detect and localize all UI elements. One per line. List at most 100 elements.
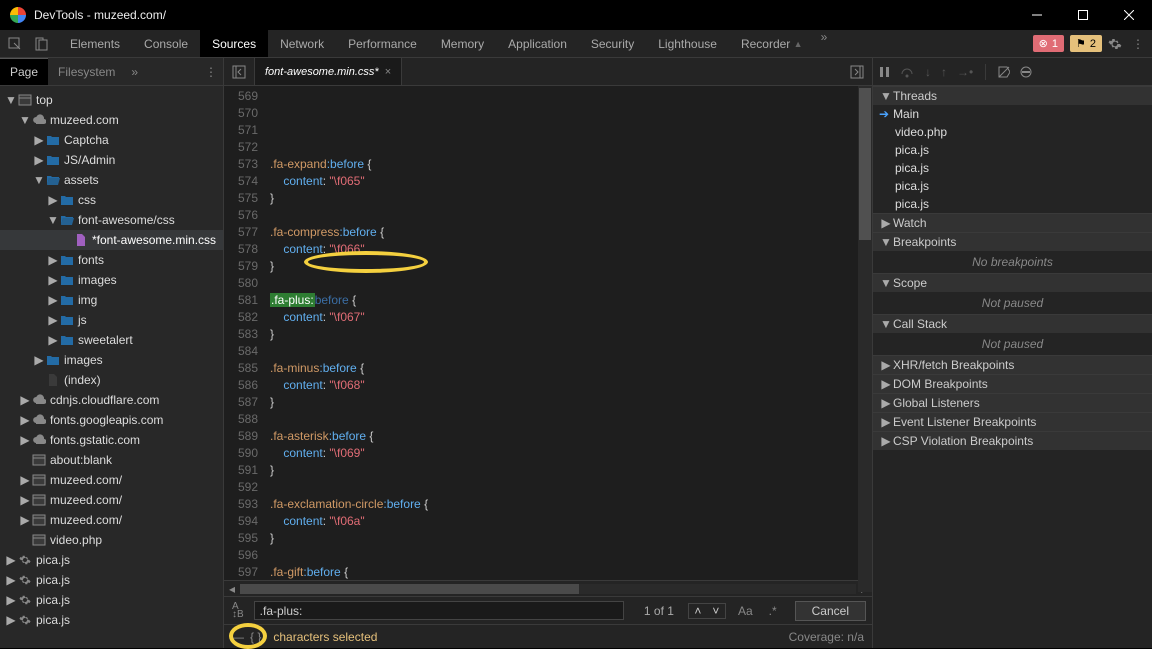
find-case-icon[interactable]: Aa	[734, 604, 757, 618]
editor-horizontal-scrollbar[interactable]: ◂ ▸	[224, 580, 872, 596]
section-evt[interactable]: ▶Event Listener Breakpoints	[873, 412, 1152, 431]
pause-on-exceptions-icon[interactable]	[1020, 66, 1032, 78]
tab-network[interactable]: Network	[268, 30, 336, 57]
find-next-icon[interactable]: ˅	[707, 604, 725, 618]
section-global[interactable]: ▶Global Listeners	[873, 393, 1152, 412]
tab-sources[interactable]: Sources	[200, 30, 268, 57]
disclosure-icon[interactable]: ▶	[18, 473, 32, 487]
tree-node[interactable]: ▶images	[0, 350, 223, 370]
code-content[interactable]: .fa-expand:before { content: "\f065"} .f…	[264, 86, 872, 580]
tree-node[interactable]: ▶pica.js	[0, 590, 223, 610]
section-csp[interactable]: ▶CSP Violation Breakpoints	[873, 431, 1152, 450]
sidebar-tabs-overflow-icon[interactable]: »	[131, 65, 138, 79]
deactivate-breakpoints-icon[interactable]	[998, 66, 1010, 78]
tree-node[interactable]: ▶fonts.googleapis.com	[0, 410, 223, 430]
hscroll-left-icon[interactable]: ◂	[224, 582, 240, 596]
sidebar-tab-filesystem[interactable]: Filesystem	[48, 58, 125, 85]
tree-node[interactable]: ▶js	[0, 310, 223, 330]
tree-node[interactable]: ▶img	[0, 290, 223, 310]
disclosure-icon[interactable]: ▶	[32, 353, 46, 367]
tree-node[interactable]: ▶fonts	[0, 250, 223, 270]
thread-row[interactable]: pica.js	[873, 141, 1152, 159]
section-scope[interactable]: ▼Scope	[873, 273, 1152, 292]
section-threads[interactable]: ▼Threads	[873, 86, 1152, 105]
thread-row[interactable]: ➔Main	[873, 105, 1152, 123]
tree-node[interactable]: ▶muzeed.com/	[0, 490, 223, 510]
find-regex-icon[interactable]: .*	[765, 604, 781, 618]
tree-node[interactable]: ▶muzeed.com/	[0, 470, 223, 490]
section-watch[interactable]: ▶Watch	[873, 213, 1152, 232]
disclosure-icon[interactable]: ▶	[18, 393, 32, 407]
disclosure-icon[interactable]: ▶	[18, 513, 32, 527]
tree-node[interactable]: ▶fonts.gstatic.com	[0, 430, 223, 450]
disclosure-icon[interactable]: ▼	[32, 173, 46, 187]
tree-node[interactable]: ▶JS/Admin	[0, 150, 223, 170]
disclosure-icon[interactable]: ▶	[18, 413, 32, 427]
warning-badge[interactable]: ⚑2	[1070, 35, 1102, 52]
thread-row[interactable]: pica.js	[873, 195, 1152, 213]
settings-icon[interactable]	[1108, 37, 1122, 51]
tree-node[interactable]: (index)	[0, 370, 223, 390]
thread-row[interactable]: pica.js	[873, 159, 1152, 177]
tab-elements[interactable]: Elements	[58, 30, 132, 57]
sidebar-tab-page[interactable]: Page	[0, 58, 48, 85]
tree-node[interactable]: ▶pica.js	[0, 610, 223, 630]
disclosure-icon[interactable]: ▼	[4, 93, 18, 107]
tab-application[interactable]: Application	[496, 30, 579, 57]
minimize-button[interactable]	[1014, 0, 1060, 30]
disclosure-icon[interactable]: ▶	[46, 193, 60, 207]
tree-node[interactable]: ▶pica.js	[0, 550, 223, 570]
tree-node[interactable]: video.php	[0, 530, 223, 550]
step-over-icon[interactable]	[901, 66, 915, 78]
tree-node[interactable]: ▶images	[0, 270, 223, 290]
section-dom[interactable]: ▶DOM Breakpoints	[873, 374, 1152, 393]
step-into-icon[interactable]: ↓	[925, 65, 931, 79]
section-xhr[interactable]: ▶XHR/fetch Breakpoints	[873, 355, 1152, 374]
thread-row[interactable]: video.php	[873, 123, 1152, 141]
disclosure-icon[interactable]: ▶	[46, 253, 60, 267]
tree-node[interactable]: *font-awesome.min.css	[0, 230, 223, 250]
tree-node[interactable]: ▼top	[0, 90, 223, 110]
code-editor[interactable]: 5695705715725735745755765775785795805815…	[224, 86, 872, 580]
find-cancel-button[interactable]: Cancel	[795, 601, 866, 621]
tree-node[interactable]: ▼assets	[0, 170, 223, 190]
toggle-navigator-icon[interactable]	[228, 61, 250, 83]
disclosure-icon[interactable]: ▶	[46, 293, 60, 307]
disclosure-icon[interactable]: ▶	[32, 153, 46, 167]
disclosure-icon[interactable]: ▼	[18, 113, 32, 127]
section-callstack[interactable]: ▼Call Stack	[873, 314, 1152, 333]
tab-performance[interactable]: Performance	[336, 30, 429, 57]
disclosure-icon[interactable]: ▶	[46, 313, 60, 327]
toggle-debugger-icon[interactable]	[842, 65, 872, 79]
hscroll-thumb[interactable]	[240, 584, 579, 594]
disclosure-icon[interactable]: ▶	[4, 573, 18, 587]
section-breakpoints[interactable]: ▼Breakpoints	[873, 232, 1152, 251]
disclosure-icon[interactable]: ▶	[18, 433, 32, 447]
tabs-overflow-icon[interactable]: »	[815, 30, 834, 57]
tab-security[interactable]: Security	[579, 30, 646, 57]
find-sort-icon[interactable]: A↕B	[230, 603, 246, 619]
find-input[interactable]	[254, 601, 624, 620]
file-tree[interactable]: ▼top▼muzeed.com▶Captcha▶JS/Admin▼assets▶…	[0, 86, 223, 648]
sidebar-more-icon[interactable]: ⋮	[199, 65, 223, 79]
tree-node[interactable]: ▶pica.js	[0, 570, 223, 590]
close-button[interactable]	[1106, 0, 1152, 30]
thread-row[interactable]: pica.js	[873, 177, 1152, 195]
maximize-button[interactable]	[1060, 0, 1106, 30]
editor-vertical-scrollbar[interactable]	[858, 86, 872, 592]
error-badge[interactable]: ⊗1	[1033, 35, 1064, 52]
more-icon[interactable]: ⋮	[1128, 37, 1148, 51]
tab-recorder[interactable]: Recorder ▲	[729, 30, 815, 57]
disclosure-icon[interactable]: ▶	[4, 553, 18, 567]
disclosure-icon[interactable]: ▶	[4, 613, 18, 627]
tree-node[interactable]: ▼muzeed.com	[0, 110, 223, 130]
tab-lighthouse[interactable]: Lighthouse	[646, 30, 729, 57]
tree-node[interactable]: about:blank	[0, 450, 223, 470]
find-prev-icon[interactable]: ˄	[689, 604, 707, 618]
disclosure-icon[interactable]: ▶	[32, 133, 46, 147]
disclosure-icon[interactable]: ▶	[18, 493, 32, 507]
tree-node[interactable]: ▼font-awesome/css	[0, 210, 223, 230]
disclosure-icon[interactable]: ▼	[46, 213, 60, 227]
vscroll-thumb[interactable]	[859, 88, 871, 240]
editor-tab-file[interactable]: font-awesome.min.css* ×	[255, 58, 402, 85]
